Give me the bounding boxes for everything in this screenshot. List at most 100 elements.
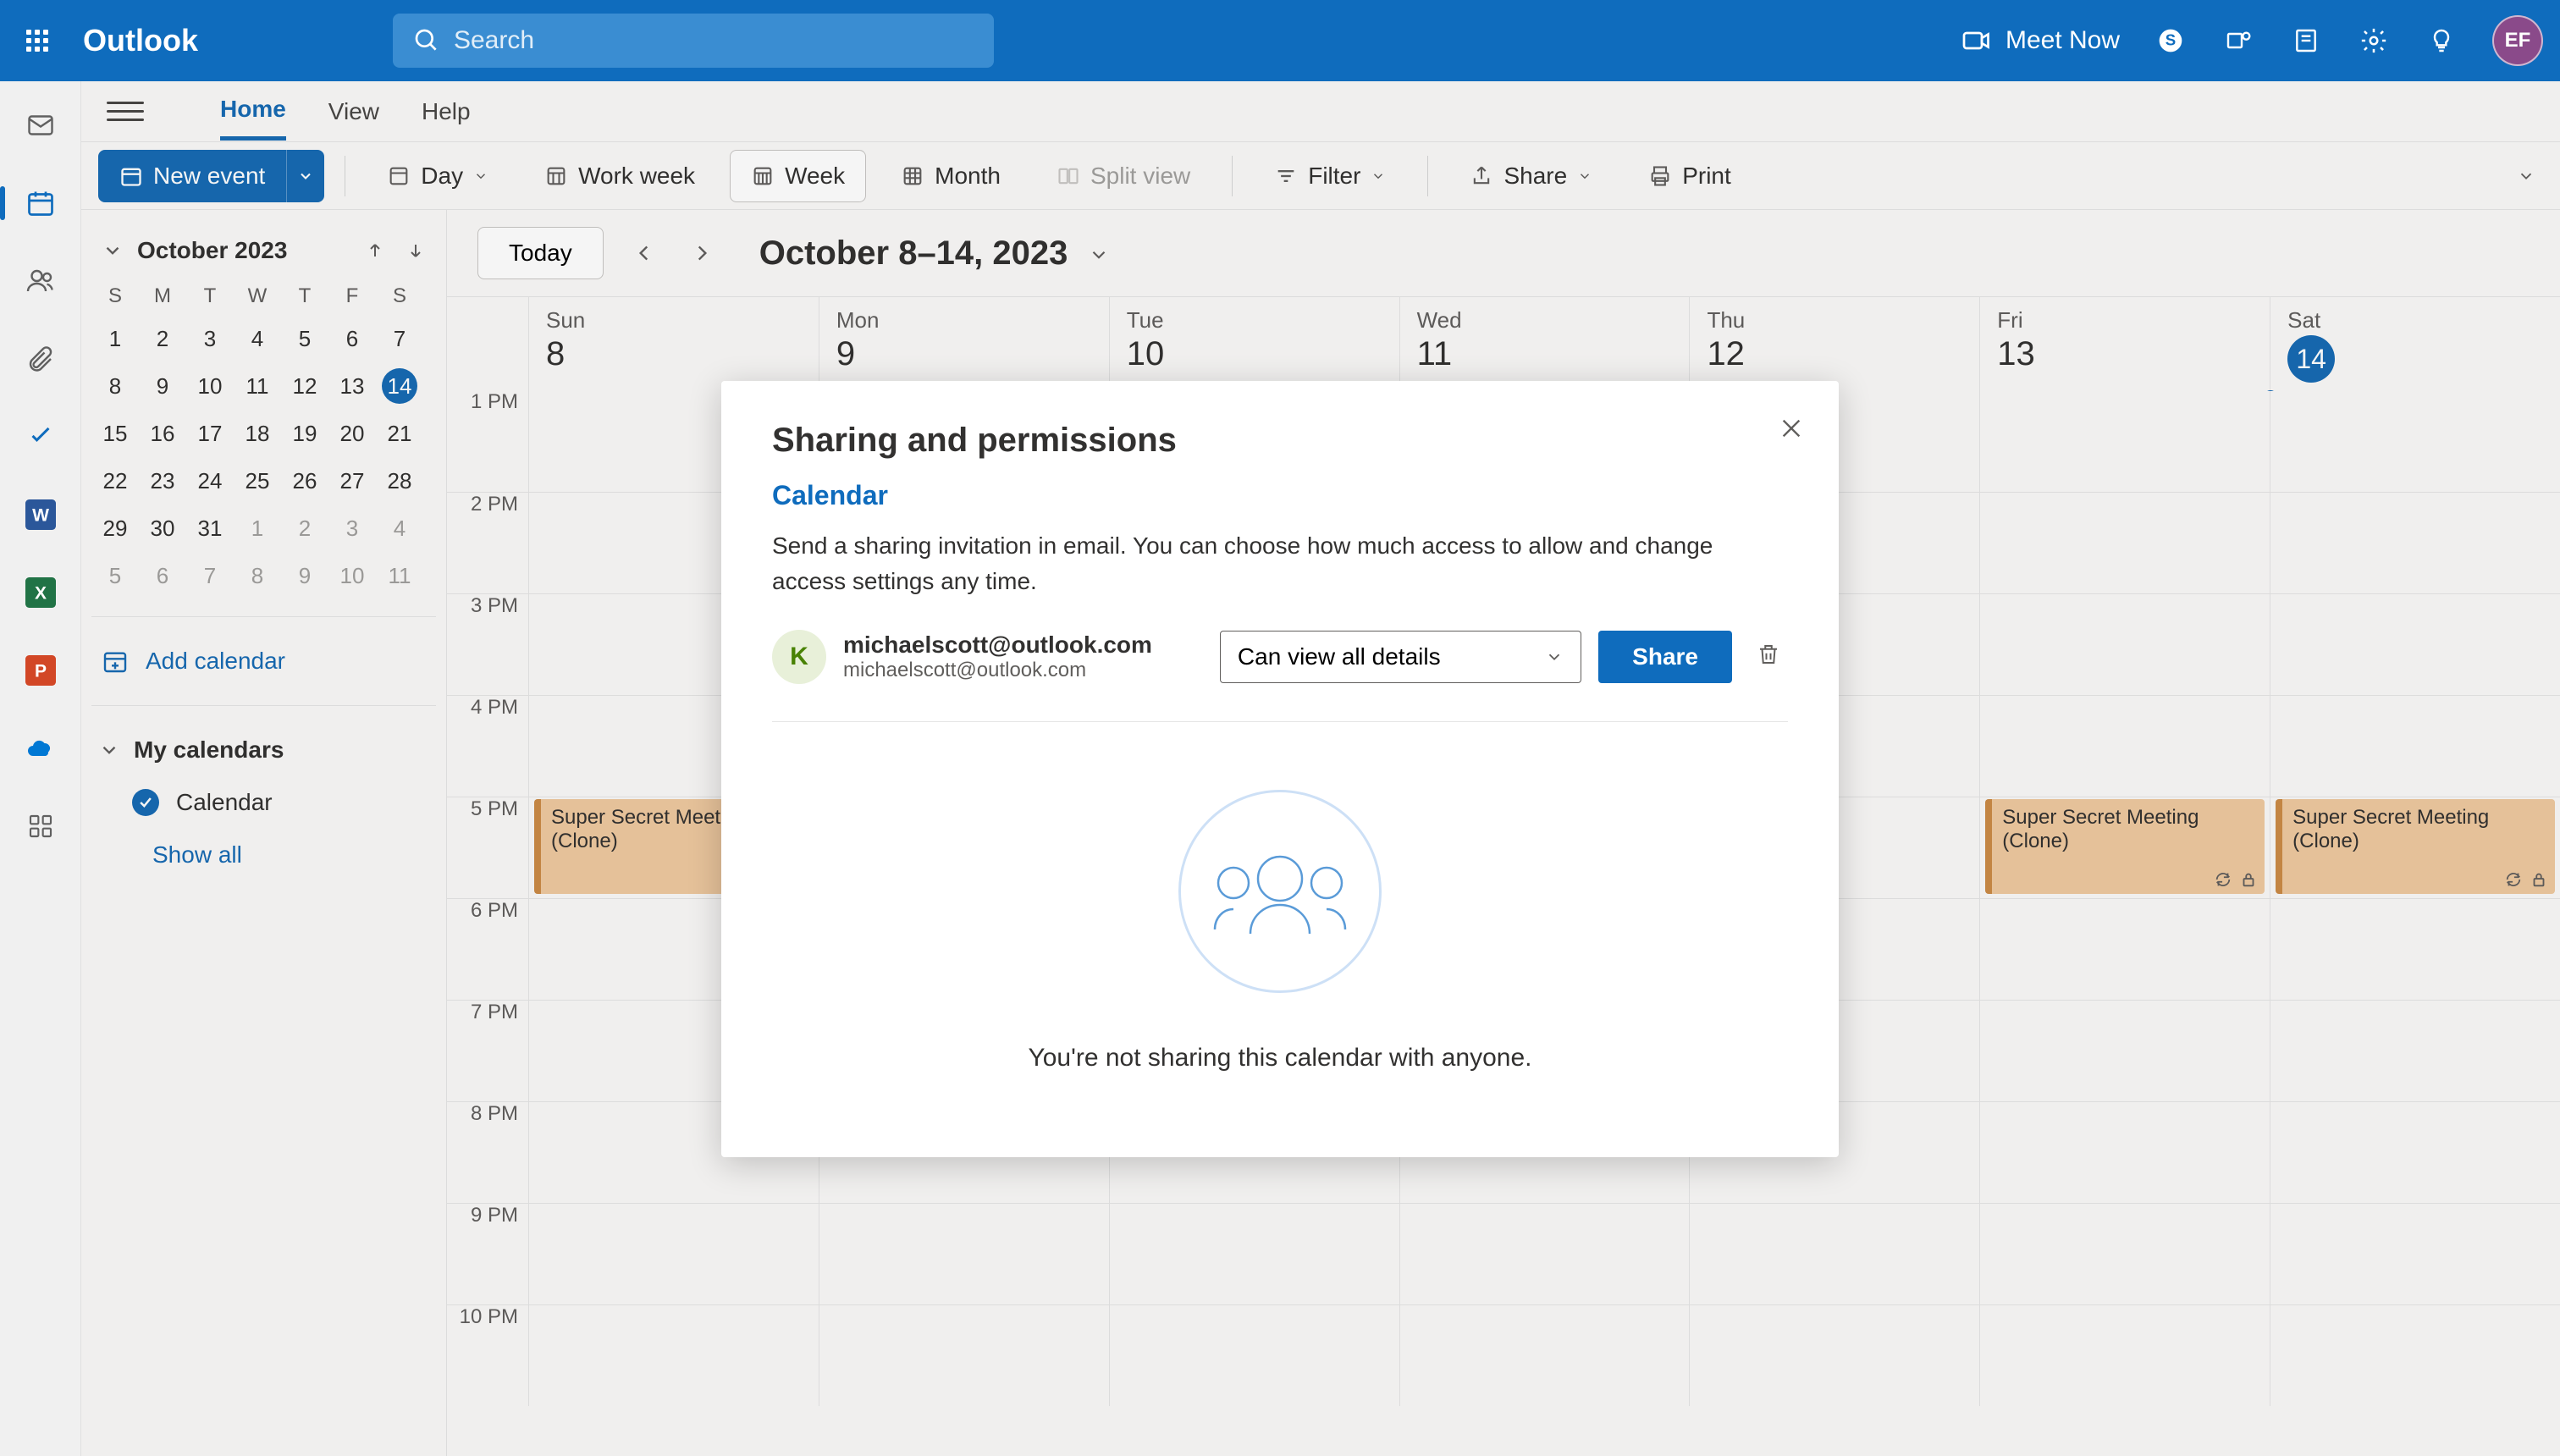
time-slot[interactable]: [2270, 594, 2560, 695]
mini-date-cell[interactable]: 14: [376, 362, 423, 410]
mini-date-cell[interactable]: 13: [328, 362, 376, 410]
mini-date-cell[interactable]: 5: [281, 315, 328, 362]
day-view-button[interactable]: Day: [366, 150, 510, 202]
time-slot[interactable]: [1109, 1305, 1399, 1406]
mini-date-cell[interactable]: 8: [91, 362, 139, 410]
day-header[interactable]: Sun8: [528, 297, 819, 390]
mini-date-cell[interactable]: 7: [376, 315, 423, 362]
mini-date-cell[interactable]: 26: [281, 457, 328, 505]
rail-powerpoint[interactable]: P: [20, 650, 61, 691]
print-button[interactable]: Print: [1627, 150, 1752, 202]
remove-recipient-button[interactable]: [1749, 635, 1788, 678]
day-header[interactable]: Mon9: [819, 297, 1109, 390]
settings-icon[interactable]: [2357, 24, 2391, 58]
time-slot[interactable]: [2270, 493, 2560, 593]
time-slot[interactable]: [1979, 493, 2270, 593]
time-slot[interactable]: [2270, 1001, 2560, 1101]
time-slot[interactable]: [1689, 1305, 1979, 1406]
tab-view[interactable]: View: [328, 85, 379, 139]
mini-date-cell[interactable]: 27: [328, 457, 376, 505]
close-button[interactable]: [1771, 408, 1812, 453]
day-header[interactable]: Sat14: [2270, 297, 2560, 390]
time-slot[interactable]: Super Secret Meeting (Clone): [2270, 797, 2560, 898]
rail-people[interactable]: [20, 261, 61, 301]
filter-button[interactable]: Filter: [1253, 150, 1407, 202]
time-slot[interactable]: [1979, 1001, 2270, 1101]
time-slot[interactable]: [819, 1204, 1109, 1304]
tab-home[interactable]: Home: [220, 82, 286, 141]
time-slot[interactable]: [1979, 390, 2270, 492]
time-slot[interactable]: [1979, 696, 2270, 797]
nav-toggle-button[interactable]: [107, 93, 144, 130]
mini-date-cell[interactable]: 7: [186, 552, 234, 599]
time-slot[interactable]: [528, 1305, 819, 1406]
rail-excel[interactable]: X: [20, 572, 61, 613]
rail-word[interactable]: W: [20, 494, 61, 535]
new-event-chevron[interactable]: [286, 150, 324, 202]
mini-date-cell[interactable]: 2: [281, 505, 328, 552]
calendar-event[interactable]: Super Secret Meeting (Clone): [1985, 799, 2265, 894]
mini-date-cell[interactable]: 3: [186, 315, 234, 362]
rail-files[interactable]: [20, 339, 61, 379]
mini-date-cell[interactable]: 15: [91, 410, 139, 457]
prev-week-button[interactable]: [627, 236, 661, 270]
rail-calendar[interactable]: [20, 183, 61, 223]
time-slot[interactable]: [1979, 899, 2270, 1000]
mini-date-cell[interactable]: 31: [186, 505, 234, 552]
time-slot[interactable]: [2270, 1204, 2560, 1304]
user-avatar[interactable]: EF: [2492, 15, 2543, 66]
mini-date-cell[interactable]: 22: [91, 457, 139, 505]
day-header[interactable]: Fri13: [1979, 297, 2270, 390]
week-view-button[interactable]: Week: [730, 150, 866, 202]
time-slot[interactable]: [1399, 1305, 1690, 1406]
mini-date-cell[interactable]: 3: [328, 505, 376, 552]
mini-date-cell[interactable]: 6: [139, 552, 186, 599]
time-slot[interactable]: [528, 1204, 819, 1304]
month-view-button[interactable]: Month: [880, 150, 1022, 202]
next-month-icon[interactable]: [406, 240, 426, 261]
skype-icon[interactable]: S: [2154, 24, 2188, 58]
calendar-event[interactable]: Super Secret Meeting (Clone): [2276, 799, 2555, 894]
my-calendars-toggle[interactable]: My calendars: [91, 723, 436, 777]
mini-date-cell[interactable]: 1: [91, 315, 139, 362]
time-slot[interactable]: [1979, 1102, 2270, 1203]
time-slot[interactable]: [1399, 1204, 1690, 1304]
mini-date-cell[interactable]: 24: [186, 457, 234, 505]
share-submit-button[interactable]: Share: [1598, 631, 1732, 683]
mini-date-cell[interactable]: 9: [281, 552, 328, 599]
time-slot[interactable]: [1979, 1204, 2270, 1304]
next-week-button[interactable]: [685, 236, 719, 270]
mini-date-cell[interactable]: 10: [328, 552, 376, 599]
rail-more-apps[interactable]: [20, 806, 61, 847]
calendar-checked-icon[interactable]: [132, 789, 159, 816]
rail-mail[interactable]: [20, 105, 61, 146]
ribbon-collapse-button[interactable]: [2509, 159, 2543, 193]
permission-select[interactable]: Can view all details: [1220, 631, 1581, 683]
share-button[interactable]: Share: [1448, 150, 1614, 202]
new-event-splitbutton[interactable]: New event: [98, 150, 324, 202]
mini-date-cell[interactable]: 25: [234, 457, 281, 505]
mini-date-cell[interactable]: 11: [234, 362, 281, 410]
mini-date-cell[interactable]: 21: [376, 410, 423, 457]
teams-icon[interactable]: [2221, 24, 2255, 58]
mini-date-cell[interactable]: 29: [91, 505, 139, 552]
day-header[interactable]: Tue10: [1109, 297, 1399, 390]
tips-icon[interactable]: [2425, 24, 2458, 58]
search-box[interactable]: [393, 14, 994, 68]
mini-date-cell[interactable]: 16: [139, 410, 186, 457]
mini-date-cell[interactable]: 9: [139, 362, 186, 410]
mini-date-cell[interactable]: 10: [186, 362, 234, 410]
time-slot[interactable]: [1979, 594, 2270, 695]
mini-date-cell[interactable]: 20: [328, 410, 376, 457]
time-slot[interactable]: Super Secret Meeting (Clone): [1979, 797, 2270, 898]
mini-date-cell[interactable]: 17: [186, 410, 234, 457]
time-slot[interactable]: [819, 1305, 1109, 1406]
time-slot[interactable]: [2270, 1305, 2560, 1406]
rail-todo[interactable]: [20, 416, 61, 457]
day-header[interactable]: Wed11: [1399, 297, 1690, 390]
mini-date-cell[interactable]: 18: [234, 410, 281, 457]
time-slot[interactable]: [1979, 1305, 2270, 1406]
calendar-item[interactable]: Calendar: [91, 777, 436, 828]
rail-onedrive[interactable]: [20, 728, 61, 769]
time-slot[interactable]: [2270, 899, 2560, 1000]
